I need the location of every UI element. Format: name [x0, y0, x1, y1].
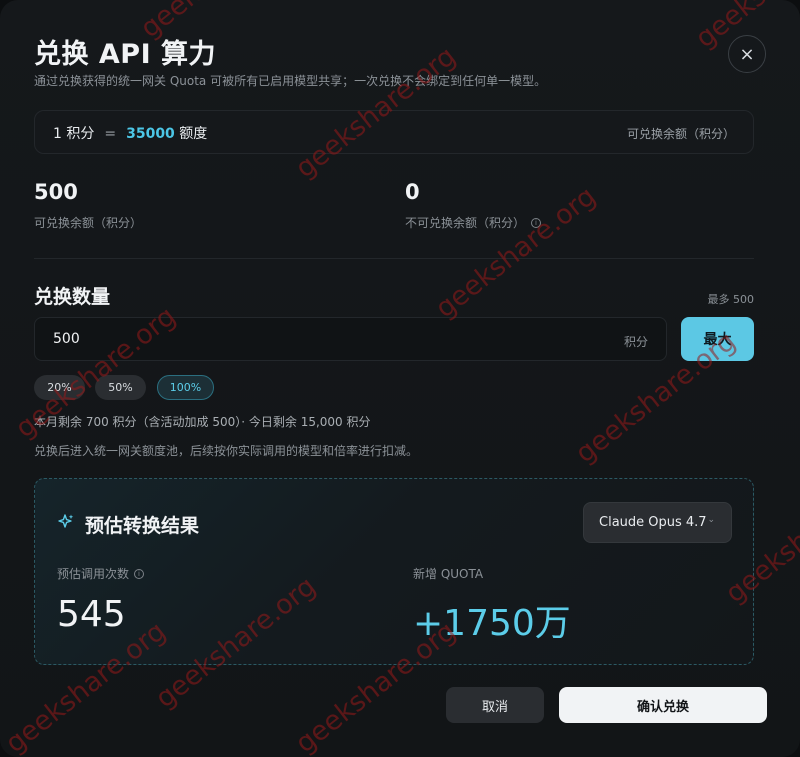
preset-20-button[interactable]: 20% — [34, 375, 85, 400]
preset-50-button[interactable]: 50% — [95, 375, 146, 400]
amount-input-unit: 积分 — [623, 335, 648, 349]
divider — [34, 258, 754, 259]
model-select[interactable]: Claude Opus 4.7 ⌄ — [583, 502, 732, 543]
estimate-result-panel: 预估转换结果 Claude Opus 4.7 ⌄ 预估调用次数 i 545 新增… — [34, 478, 754, 665]
pool-note: 兑换后进入统一网关额度池，后续按你实际调用的模型和倍率进行扣减。 — [34, 444, 419, 458]
exchange-rate-box: 1 积分 = 35000 额度 可兑换余额（积分） — [34, 110, 754, 154]
max-hint: 最多 500 — [707, 293, 755, 306]
rate-quota-unit: 额度 — [179, 126, 208, 142]
exchangeable-balance: 500 可兑换余额（积分） — [34, 180, 142, 231]
dialog-title: 兑换 API 算力 — [34, 39, 217, 70]
info-icon[interactable]: i — [531, 217, 542, 228]
close-icon: × — [739, 43, 755, 65]
cancel-button[interactable]: 取消 — [446, 687, 544, 723]
amount-input-value: 500 — [53, 331, 80, 347]
preset-100-button[interactable]: 100% — [157, 375, 214, 400]
rate-quota-value: 35000 — [126, 126, 175, 142]
amount-section-title: 兑换数量 — [34, 286, 111, 308]
sparkle-icon — [58, 514, 74, 528]
exchangeable-balance-label: 可兑换余额（积分） — [34, 216, 143, 230]
max-button[interactable]: 最大 — [681, 317, 754, 361]
result-title: 预估转换结果 — [85, 515, 200, 537]
non-exchangeable-balance-value: 0 — [405, 180, 420, 204]
calls-label: 预估调用次数 i — [57, 565, 145, 582]
quota-value: +1750万 — [413, 603, 571, 644]
rate-equals: = — [104, 126, 117, 142]
non-exchangeable-balance: 0 不可兑换余额（积分） i — [405, 180, 542, 231]
exchange-dialog: 兑换 API 算力 通过兑换获得的统一网关 Quota 可被所有已启用模型共享；… — [0, 0, 800, 757]
calls-value: 545 — [57, 594, 126, 635]
exchange-rate: 1 积分 = 35000 额度 — [53, 123, 207, 143]
rate-credit: 1 积分 — [53, 126, 95, 142]
quota-label: 新增 QUOTA — [413, 567, 484, 581]
dialog-subtitle: 通过兑换获得的统一网关 Quota 可被所有已启用模型共享；一次兑换不会绑定到任… — [34, 74, 547, 88]
amount-input[interactable]: 500 积分 — [34, 317, 667, 361]
chevron-down-icon: ⌄ — [707, 515, 715, 525]
model-select-value: Claude Opus 4.7 — [599, 515, 707, 530]
confirm-button[interactable]: 确认兑换 — [559, 687, 767, 723]
remaining-note: 本月剩余 700 积分（含活动加成 500）· 今日剩余 15,000 积分 — [34, 415, 371, 429]
exchangeable-balance-value: 500 — [34, 180, 78, 204]
close-button[interactable]: × — [728, 35, 766, 73]
non-exchangeable-balance-label: 不可兑换余额（积分） i — [405, 214, 542, 231]
rate-right-label: 可兑换余额（积分） — [626, 127, 735, 141]
info-icon[interactable]: i — [134, 568, 145, 579]
